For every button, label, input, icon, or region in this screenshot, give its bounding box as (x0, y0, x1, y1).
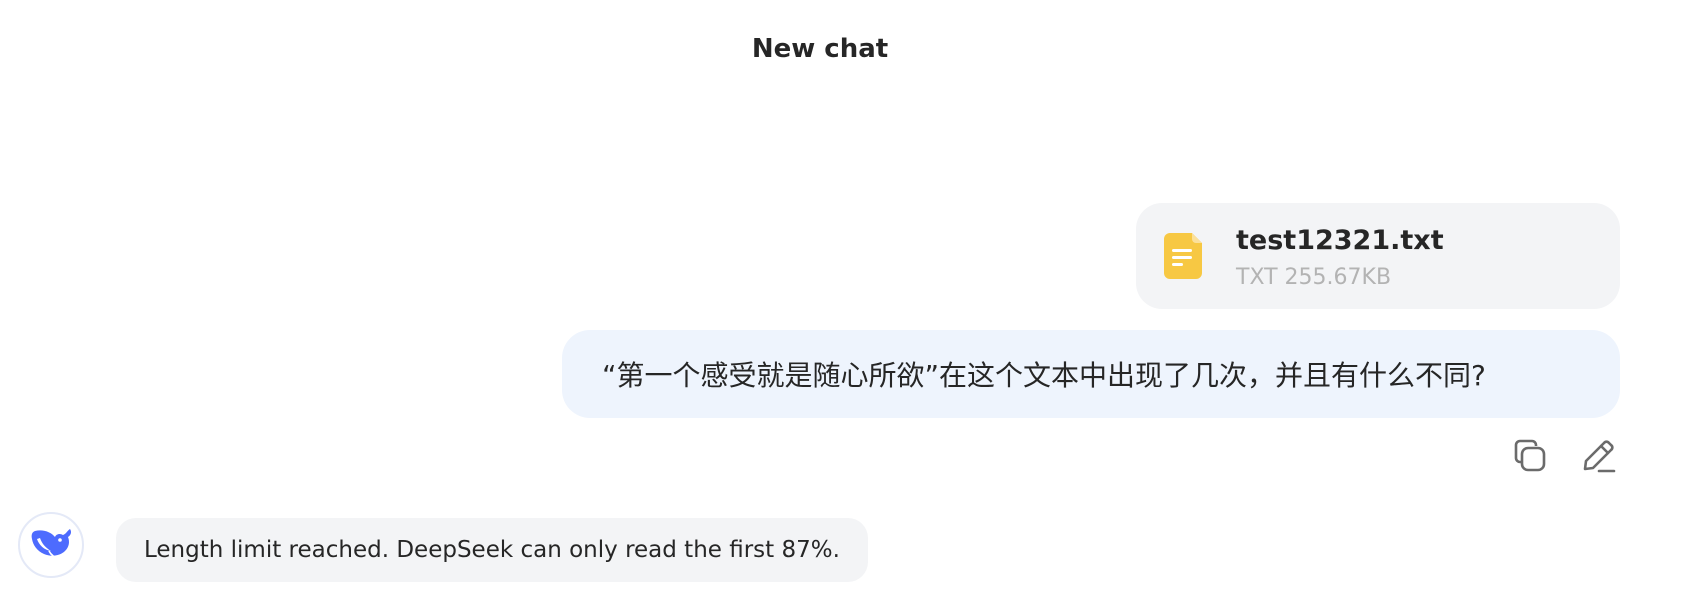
user-message-bubble: “第一个感受就是随心所欲”在这个文本中出现了几次，并且有什么不同? (562, 330, 1620, 418)
copy-icon (1512, 438, 1548, 478)
text-file-icon (1164, 233, 1202, 279)
length-limit-notice-text: Length limit reached. DeepSeek can only … (144, 537, 840, 563)
copy-button[interactable] (1508, 436, 1552, 480)
user-message-text: “第一个感受就是随心所欲”在这个文本中出现了几次，并且有什么不同? (602, 359, 1486, 392)
length-limit-notice: Length limit reached. DeepSeek can only … (116, 518, 868, 582)
chat-page: New chat test12321.txt TXT 255.67KB “第一个… (0, 0, 1688, 592)
attachment-card[interactable]: test12321.txt TXT 255.67KB (1136, 203, 1620, 309)
deepseek-whale-icon (29, 525, 73, 565)
edit-button[interactable] (1576, 436, 1620, 480)
attachment-file-name: test12321.txt (1236, 225, 1444, 256)
page-title: New chat (751, 34, 889, 64)
assistant-avatar (18, 512, 84, 578)
edit-icon (1579, 437, 1617, 479)
attachment-file-meta: TXT 255.67KB (1236, 265, 1392, 290)
